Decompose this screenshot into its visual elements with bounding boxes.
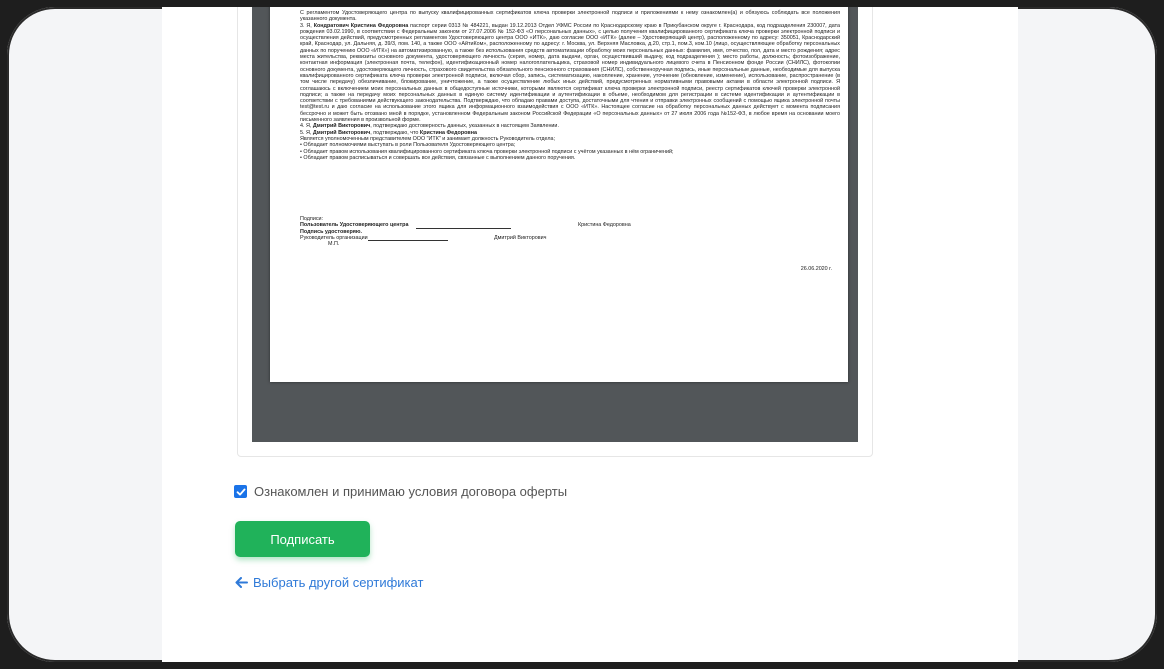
document-viewer-card: С регламентом Удостоверяющего центра по … bbox=[237, 7, 873, 457]
document-body: С регламентом Удостоверяющего центра по … bbox=[300, 10, 841, 161]
doc-intro: С регламентом Удостоверяющего центра по … bbox=[300, 10, 840, 23]
document-page: С регламентом Удостоверяющего центра по … bbox=[270, 7, 848, 382]
content-panel: С регламентом Удостоверяющего центра по … bbox=[162, 7, 1018, 662]
head-label: Руководитель организации bbox=[300, 234, 368, 241]
consent-label[interactable]: Ознакомлен и принимаю условия договора о… bbox=[254, 484, 567, 499]
sign-button[interactable]: Подписать bbox=[235, 521, 370, 557]
user-signature-name: Кристина Федоровна bbox=[578, 222, 631, 229]
bullet-item: • Обладает правом использования квалифиц… bbox=[300, 148, 674, 155]
consent-paragraph: паспорт серии 0313 № 484221, выдан 19.12… bbox=[300, 22, 841, 124]
check-icon bbox=[236, 488, 245, 495]
head-name: Дмитрий Викторович bbox=[494, 234, 547, 241]
consent-row[interactable]: Ознакомлен и принимаю условия договора о… bbox=[234, 484, 567, 499]
user-signature-label: Пользователь Удостоверяющего центра bbox=[300, 222, 409, 229]
signature-block: Подписи: Пользователь Удостоверяющего це… bbox=[300, 216, 840, 272]
confirmed-label: Подпись удостоверяю. bbox=[300, 228, 362, 235]
bullet-item: • Обладает правом расписываться и соверш… bbox=[300, 154, 576, 161]
signature-line bbox=[415, 227, 511, 229]
choose-other-certificate-link[interactable]: Выбрать другой сертификат bbox=[235, 575, 423, 590]
arrow-left-icon bbox=[235, 577, 248, 588]
consent-checkbox[interactable] bbox=[234, 485, 247, 498]
signature-line bbox=[367, 240, 448, 242]
back-link-label[interactable]: Выбрать другой сертификат bbox=[253, 575, 423, 590]
app-frame: С регламентом Удостоверяющего центра по … bbox=[7, 7, 1157, 662]
applicant-name: Кондратович Кристина Федоровна bbox=[313, 22, 409, 29]
document-date: 26.06.2020 г. bbox=[800, 266, 832, 272]
stamp-label: М.П. bbox=[328, 241, 340, 248]
pdf-viewer[interactable]: С регламентом Удостоверяющего центра по … bbox=[252, 7, 858, 442]
bullet-item: • Обладает полномочиями выступать в роли… bbox=[300, 142, 516, 149]
